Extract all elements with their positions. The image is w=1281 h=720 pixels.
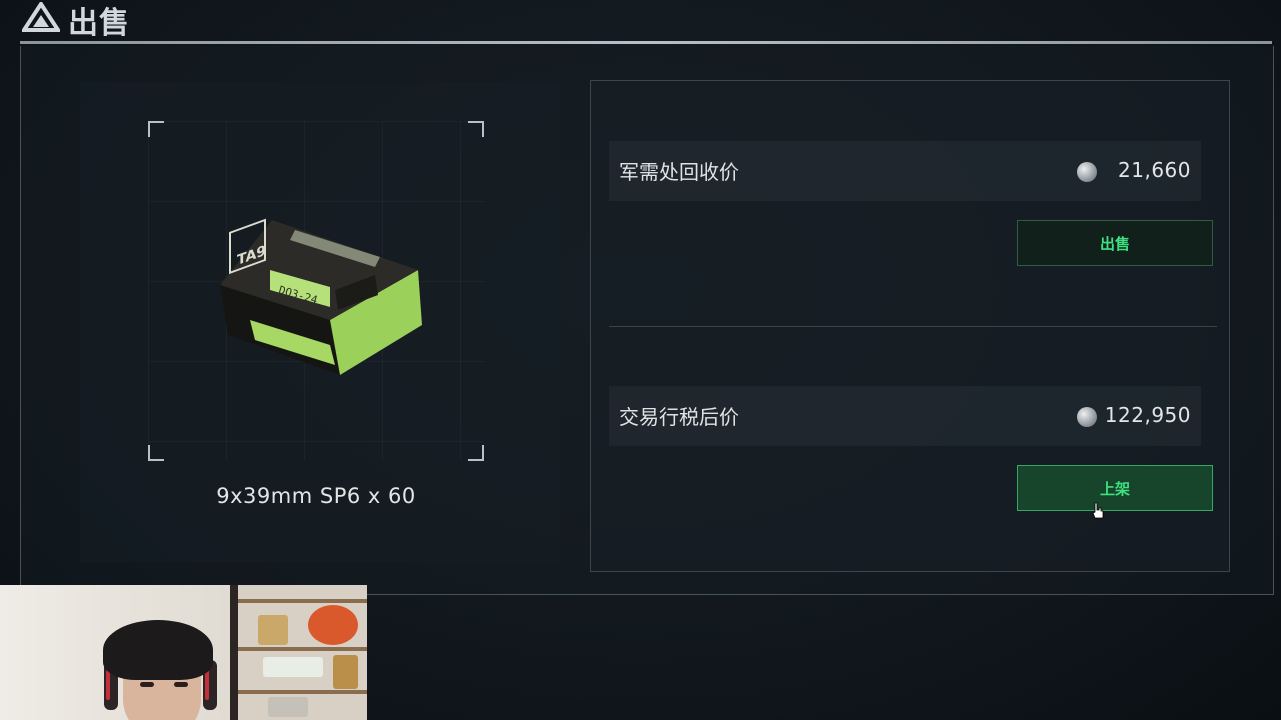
frame-corner bbox=[468, 121, 484, 137]
webcam-overlay bbox=[0, 585, 367, 720]
background-shelf bbox=[238, 585, 367, 720]
streamer-hair bbox=[103, 620, 213, 680]
frame-corner bbox=[148, 121, 164, 137]
sell-screen: 出售 TA9 DO3-24 9x39mm SP6 x 60 军需处回收价 21,… bbox=[0, 0, 1281, 720]
price-panel: 军需处回收价 21,660 出售 交易行税后价 122,950 上架 bbox=[590, 80, 1230, 572]
page-title: 出售 bbox=[68, 6, 130, 41]
section-divider bbox=[609, 326, 1217, 327]
ammo-box-icon: TA9 DO3-24 bbox=[220, 218, 422, 375]
list-on-market-button[interactable]: 上架 bbox=[1017, 465, 1213, 511]
triangle-logo-icon bbox=[22, 2, 60, 32]
frame-corner bbox=[148, 445, 164, 461]
sell-button[interactable]: 出售 bbox=[1017, 220, 1213, 266]
recycle-price-row: 军需处回收价 21,660 bbox=[609, 141, 1201, 201]
trade-price-row: 交易行税后价 122,950 bbox=[609, 386, 1201, 446]
hand-cursor-icon bbox=[1092, 502, 1104, 519]
trade-price-value: 122,950 bbox=[1104, 403, 1191, 427]
recycle-price-value: 21,660 bbox=[1118, 158, 1191, 182]
frame-corner bbox=[468, 445, 484, 461]
recycle-price-label: 军需处回收价 bbox=[619, 160, 739, 184]
trade-price-label: 交易行税后价 bbox=[619, 405, 739, 429]
header: 出售 bbox=[0, 0, 1281, 42]
item-name: 9x39mm SP6 x 60 bbox=[216, 484, 416, 508]
coin-icon bbox=[1077, 407, 1097, 427]
header-divider bbox=[20, 41, 1272, 44]
coin-icon bbox=[1077, 162, 1097, 182]
